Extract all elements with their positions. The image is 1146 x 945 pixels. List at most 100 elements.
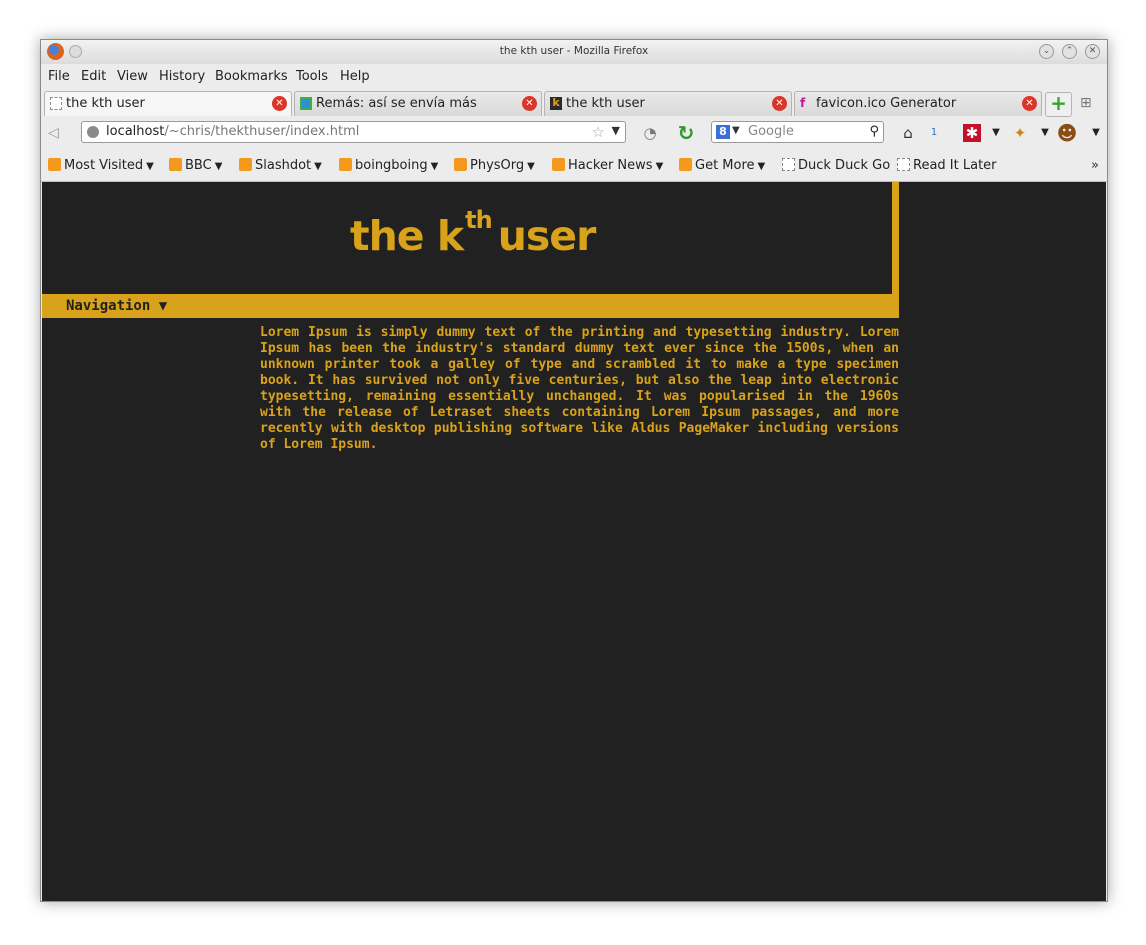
- bookmark-label: Hacker News: [568, 158, 653, 173]
- minimize-button[interactable]: ⌄: [1039, 44, 1054, 59]
- bookmark-physorg[interactable]: PhysOrg ▼: [454, 158, 535, 173]
- blank-page-icon: [50, 97, 62, 110]
- kth-favicon-icon: k: [550, 97, 562, 110]
- search-placeholder: Google: [748, 124, 794, 139]
- tab-4[interactable]: f favicon.ico Generator ✕: [794, 91, 1042, 116]
- addon-star-icon[interactable]: ✱: [963, 124, 981, 142]
- search-go-icon[interactable]: ⚲: [869, 124, 879, 139]
- menu-bar: File Edit View History Bookmarks Tools H…: [41, 65, 1107, 89]
- google-engine-icon[interactable]: 8: [716, 125, 730, 139]
- close-tab-icon[interactable]: ✕: [1022, 96, 1037, 111]
- bookmark-bbc[interactable]: BBC ▼: [169, 158, 222, 173]
- rss-icon: [454, 158, 467, 171]
- greasemonkey-icon[interactable]: ☻: [1056, 122, 1078, 144]
- addon-dropdown-icon[interactable]: ▼: [1034, 122, 1056, 144]
- site-title-suffix: user: [497, 212, 597, 260]
- rss-icon: [679, 158, 692, 171]
- bookmark-slashdot[interactable]: Slashdot ▼: [239, 158, 322, 173]
- tab-groups-icon[interactable]: ⊞: [1080, 95, 1096, 111]
- body-paragraph: Lorem Ipsum is simply dummy text of the …: [260, 325, 899, 452]
- site-identity-icon[interactable]: [87, 126, 99, 138]
- menu-help[interactable]: Help: [340, 69, 370, 84]
- site-title-superscript: th: [465, 206, 493, 234]
- bee-addon-icon[interactable]: ✦: [1009, 122, 1031, 144]
- bookmark-star-icon[interactable]: ☆: [592, 123, 605, 141]
- site-title[interactable]: the kth user: [350, 206, 597, 260]
- bookmark-label: boingboing: [355, 158, 428, 173]
- close-tab-icon[interactable]: ✕: [272, 96, 287, 111]
- chevron-down-icon: ▼: [430, 161, 439, 172]
- folder-icon: [48, 158, 61, 171]
- url-bar[interactable]: localhost/~chris/thekthuser/index.html ☆…: [81, 121, 626, 143]
- new-tab-button[interactable]: +: [1045, 92, 1072, 117]
- bookmark-label: Slashdot: [255, 158, 312, 173]
- search-bar[interactable]: 8 ▼ Google ⚲: [711, 121, 884, 143]
- bookmarks-overflow-icon[interactable]: »: [1091, 158, 1099, 173]
- bookmarks-toolbar: Most Visited ▼ BBC ▼ Slashdot ▼ boingboing ▼…: [41, 150, 1107, 182]
- tab-label: the kth user: [566, 96, 645, 111]
- url-path: /~chris/thekthuser/index.html: [164, 124, 360, 139]
- menu-bookmarks[interactable]: Bookmarks: [215, 69, 288, 84]
- bookmark-label: Get More: [695, 158, 755, 173]
- bookmark-read-it-later[interactable]: Read It Later: [897, 158, 997, 173]
- chevron-down-icon: ▼: [655, 161, 664, 172]
- menu-view[interactable]: View: [117, 69, 148, 84]
- page-viewport: the kth user Navigation ▼ Lorem Ipsum is …: [42, 182, 1106, 901]
- maximize-button[interactable]: ⌃: [1062, 44, 1077, 59]
- notification-icon[interactable]: 1: [923, 122, 945, 144]
- url-host: localhost: [106, 124, 165, 139]
- window-title: the kth user - Mozilla Firefox: [499, 45, 649, 57]
- bookmark-label: BBC: [185, 158, 212, 173]
- chevron-down-icon: ▼: [146, 161, 154, 172]
- page-icon: [897, 158, 910, 171]
- tab-bar: the kth user ✕ Remás: así se envía más ✕…: [41, 91, 1107, 117]
- bookmark-hacker-news[interactable]: Hacker News ▼: [552, 158, 663, 173]
- back-button[interactable]: ◁: [48, 124, 70, 142]
- navigation-toggle[interactable]: Navigation ▼: [66, 298, 167, 314]
- close-window-button[interactable]: ✕: [1085, 44, 1100, 59]
- rss-icon: [239, 158, 252, 171]
- url-text[interactable]: localhost/~chris/thekthuser/index.html: [106, 124, 359, 139]
- home-icon[interactable]: ⌂: [897, 122, 919, 144]
- favicon-generator-icon: f: [800, 96, 806, 110]
- bookmark-most-visited[interactable]: Most Visited ▼: [48, 158, 154, 173]
- page-icon: [782, 158, 795, 171]
- bookmark-get-more[interactable]: Get More ▼: [679, 158, 765, 173]
- bookmark-label: Read It Later: [913, 158, 997, 173]
- chevron-down-icon: ▼: [314, 161, 322, 172]
- chevron-down-icon: ▼: [214, 161, 223, 172]
- navigation-toolbar: ◁ localhost/~chris/thekthuser/index.html…: [41, 117, 1107, 149]
- browser-window: the kth user - Mozilla Firefox ⌄ ⌃ ✕ Fil…: [40, 39, 1108, 902]
- site-header: the kth user: [42, 182, 899, 294]
- bookmark-boingboing[interactable]: boingboing ▼: [339, 158, 438, 173]
- tab-label: the kth user: [66, 96, 145, 111]
- close-tab-icon[interactable]: ✕: [522, 96, 537, 111]
- reload-button[interactable]: ↻: [675, 122, 697, 144]
- chevron-down-icon: ▼: [527, 161, 535, 172]
- extension-icon[interactable]: ◔: [639, 122, 661, 144]
- site-favicon-icon: [300, 97, 312, 110]
- tab-3[interactable]: k the kth user ✕: [544, 91, 792, 116]
- search-engine-dropdown-icon[interactable]: ▼: [732, 125, 740, 136]
- tab-1[interactable]: the kth user ✕: [44, 91, 292, 116]
- menu-edit[interactable]: Edit: [81, 69, 106, 84]
- bookmark-label: Most Visited: [64, 158, 144, 173]
- menu-file[interactable]: File: [48, 69, 70, 84]
- url-history-dropdown-icon[interactable]: ▼: [612, 124, 620, 137]
- chevron-down-icon: ▼: [757, 161, 766, 172]
- menu-history[interactable]: History: [159, 69, 205, 84]
- tab-label: Remás: así se envía más: [316, 96, 477, 111]
- rss-icon: [339, 158, 352, 171]
- bookmark-label: Duck Duck Go: [798, 158, 891, 173]
- rss-icon: [169, 158, 182, 171]
- addon-dropdown-icon[interactable]: ▼: [985, 122, 1007, 144]
- tab-2[interactable]: Remás: así se envía más ✕: [294, 91, 542, 116]
- title-bar: the kth user - Mozilla Firefox ⌄ ⌃ ✕: [41, 40, 1107, 64]
- notification-count: 1: [930, 127, 938, 138]
- site-title-prefix: the k: [350, 212, 464, 260]
- bookmark-duck-duck-go[interactable]: Duck Duck Go: [782, 158, 890, 173]
- rss-icon: [552, 158, 565, 171]
- menu-tools[interactable]: Tools: [296, 69, 328, 84]
- greasemonkey-dropdown-icon[interactable]: ▼: [1085, 122, 1107, 144]
- close-tab-icon[interactable]: ✕: [772, 96, 787, 111]
